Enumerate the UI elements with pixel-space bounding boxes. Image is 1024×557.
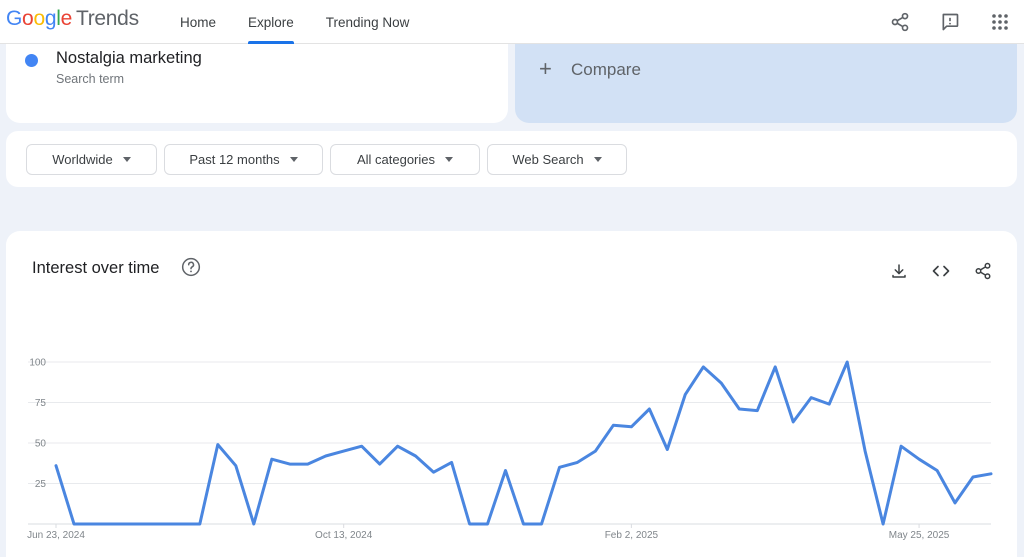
dropdown-caret-icon bbox=[122, 157, 131, 162]
filter-bar: Worldwide Past 12 months All categories … bbox=[6, 131, 1017, 187]
x-tick-label: Oct 13, 2024 bbox=[315, 530, 373, 541]
top-app-bar: Google Trends Home Explore Trending Now bbox=[0, 0, 1024, 44]
y-tick-label: 25 bbox=[35, 479, 47, 490]
compare-label: Compare bbox=[571, 60, 641, 79]
google-wordmark: Google bbox=[6, 7, 72, 30]
dropdown-caret-icon bbox=[289, 157, 298, 162]
apps-grid-icon bbox=[992, 14, 1008, 30]
feedback-icon bbox=[942, 13, 959, 31]
filter-region-label: Worldwide bbox=[52, 152, 113, 167]
plus-icon: + bbox=[539, 56, 552, 81]
y-tick-label: 75 bbox=[35, 398, 47, 409]
x-tick-label: Feb 2, 2025 bbox=[605, 530, 659, 541]
main-nav: Home Explore Trending Now bbox=[164, 0, 425, 44]
nav-home-label: Home bbox=[180, 14, 217, 30]
series-color-dot bbox=[25, 54, 38, 67]
google-trends-logo[interactable]: Google Trends bbox=[6, 7, 139, 31]
search-term-subtitle: Search term bbox=[56, 72, 125, 86]
nav-trending-label: Trending Now bbox=[325, 14, 410, 30]
filter-search-type[interactable]: Web Search bbox=[487, 144, 627, 175]
nav-home[interactable]: Home bbox=[164, 0, 232, 44]
nav-explore-label: Explore bbox=[248, 14, 294, 30]
trends-wordmark: Trends bbox=[75, 7, 139, 30]
y-tick-label: 100 bbox=[29, 358, 46, 369]
filter-category-label: All categories bbox=[356, 152, 436, 167]
filter-time-label: Past 12 months bbox=[189, 152, 280, 167]
x-tick-label: May 25, 2025 bbox=[889, 530, 950, 541]
dropdown-caret-icon bbox=[445, 157, 454, 162]
share-icon bbox=[891, 12, 909, 32]
apps-button[interactable] bbox=[984, 6, 1016, 38]
filter-region[interactable]: Worldwide bbox=[26, 144, 157, 175]
top-actions bbox=[884, 6, 1016, 38]
interest-over-time-card: Interest over time 25 50 75 100 Jun 23, 2024… bbox=[6, 231, 1017, 557]
y-tick-label: 50 bbox=[35, 439, 47, 450]
compare-button[interactable]: + Compare bbox=[515, 44, 1017, 123]
interest-line-chart[interactable]: 25 50 75 100 Jun 23, 2024 Oct 13, 2024 Feb 2, … bbox=[6, 231, 1017, 557]
filter-search-type-label: Web Search bbox=[512, 152, 584, 167]
filter-time-range[interactable]: Past 12 months bbox=[164, 144, 323, 175]
nav-trending-now[interactable]: Trending Now bbox=[310, 0, 426, 44]
share-button[interactable] bbox=[884, 6, 916, 38]
search-term-card[interactable]: Nostalgia marketing Search term bbox=[6, 44, 508, 123]
search-term-name[interactable]: Nostalgia marketing bbox=[56, 49, 202, 68]
feedback-button[interactable] bbox=[934, 6, 966, 38]
filter-category[interactable]: All categories bbox=[330, 144, 480, 175]
dropdown-caret-icon bbox=[593, 157, 602, 162]
x-tick-label: Jun 23, 2024 bbox=[27, 530, 85, 541]
nav-explore[interactable]: Explore bbox=[232, 0, 310, 44]
